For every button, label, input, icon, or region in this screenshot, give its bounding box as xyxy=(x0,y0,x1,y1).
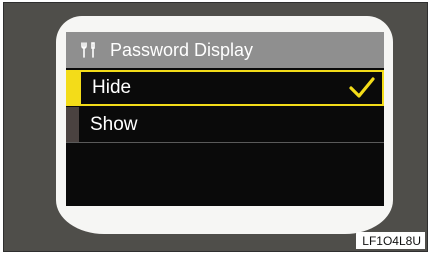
wrench-screwdriver-icon xyxy=(79,40,99,60)
item-marker xyxy=(66,107,79,142)
display-frame: Password Display Hide Show LF1O4L8U xyxy=(3,2,428,252)
checkmark-icon xyxy=(348,76,376,100)
display-screen: Password Display Hide Show xyxy=(66,32,384,206)
menu-item-show[interactable]: Show xyxy=(66,107,384,143)
menu-item-label: Hide xyxy=(92,77,132,98)
figure-code-label: LF1O4L8U xyxy=(356,232,425,249)
title-bar: Password Display xyxy=(66,32,384,68)
menu-item-label: Show xyxy=(90,113,138,135)
menu-item-hide[interactable]: Hide xyxy=(66,70,384,106)
page-title: Password Display xyxy=(110,39,254,60)
selection-marker xyxy=(68,72,81,104)
